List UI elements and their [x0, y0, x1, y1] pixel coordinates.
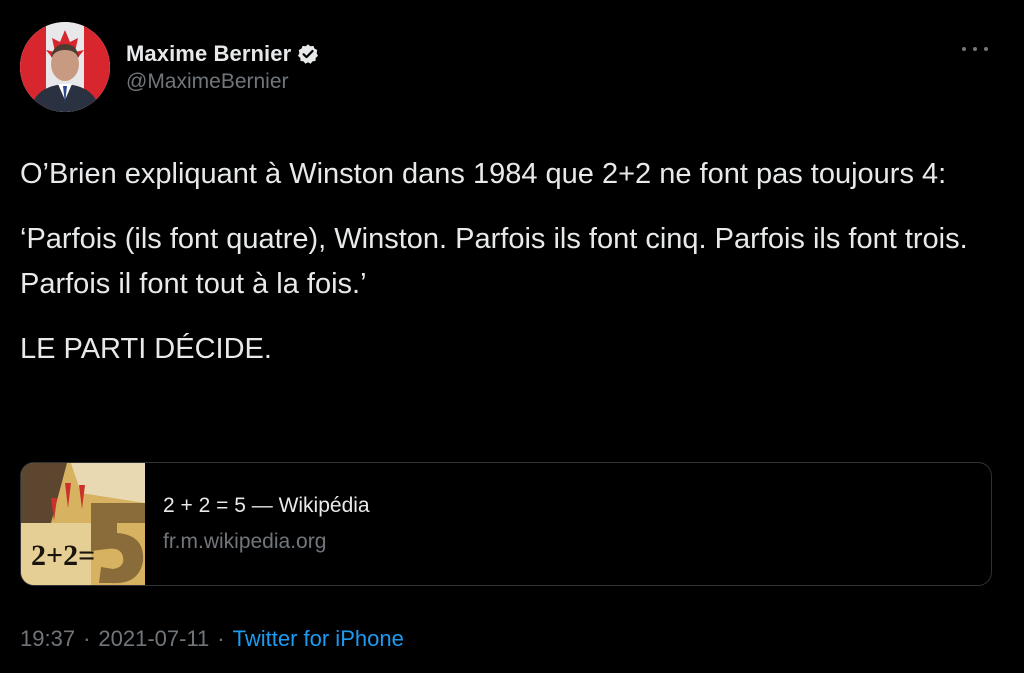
tweet-meta: 19:37 · 2021-07-11 · Twitter for iPhone	[20, 626, 404, 652]
link-card-title: 2 + 2 = 5 — Wikipédia	[163, 494, 370, 517]
meta-separator: ·	[83, 626, 91, 651]
handle[interactable]: @MaximeBernier	[126, 70, 319, 94]
name-row: Maxime Bernier	[126, 40, 319, 68]
link-card-domain: fr.m.wikipedia.org	[163, 530, 327, 553]
tweet-text: O’Brien expliquant à Winston dans 1984 q…	[20, 152, 980, 392]
tweet-paragraph: O’Brien expliquant à Winston dans 1984 q…	[20, 158, 947, 190]
more-dot	[973, 47, 977, 51]
display-name[interactable]: Maxime Bernier	[126, 41, 291, 67]
tweet-date[interactable]: 2021-07-11	[98, 626, 209, 652]
author-block[interactable]: Maxime Bernier @MaximeBernier	[126, 40, 319, 94]
avatar[interactable]	[20, 22, 110, 112]
tweet-time[interactable]: 19:37	[20, 626, 75, 652]
tweet-header: Maxime Bernier @MaximeBernier	[20, 22, 1004, 114]
more-dot	[984, 47, 988, 51]
link-card[interactable]: 2+2= 2 + 2 = 5 — Wikipédia fr.m.wikipedi…	[20, 462, 992, 586]
avatar-image	[20, 22, 110, 112]
tweet-paragraph: LE PARTI DÉCIDE.	[20, 333, 272, 365]
verified-badge-icon	[297, 43, 319, 65]
more-options-icon[interactable]	[962, 42, 988, 56]
link-card-body: 2 + 2 = 5 — Wikipédia fr.m.wikipedia.org	[145, 463, 370, 585]
link-card-thumbnail: 2+2=	[21, 463, 145, 585]
tweet-paragraph: ‘Parfois (ils font quatre), Winston. Par…	[20, 223, 968, 300]
thumbnail-text: 2+2=	[31, 539, 96, 572]
tweet: Maxime Bernier @MaximeBernier O’Brien ex…	[0, 0, 1024, 673]
more-dot	[962, 47, 966, 51]
meta-separator: ·	[217, 626, 225, 651]
tweet-source-link[interactable]: Twitter for iPhone	[233, 626, 404, 652]
